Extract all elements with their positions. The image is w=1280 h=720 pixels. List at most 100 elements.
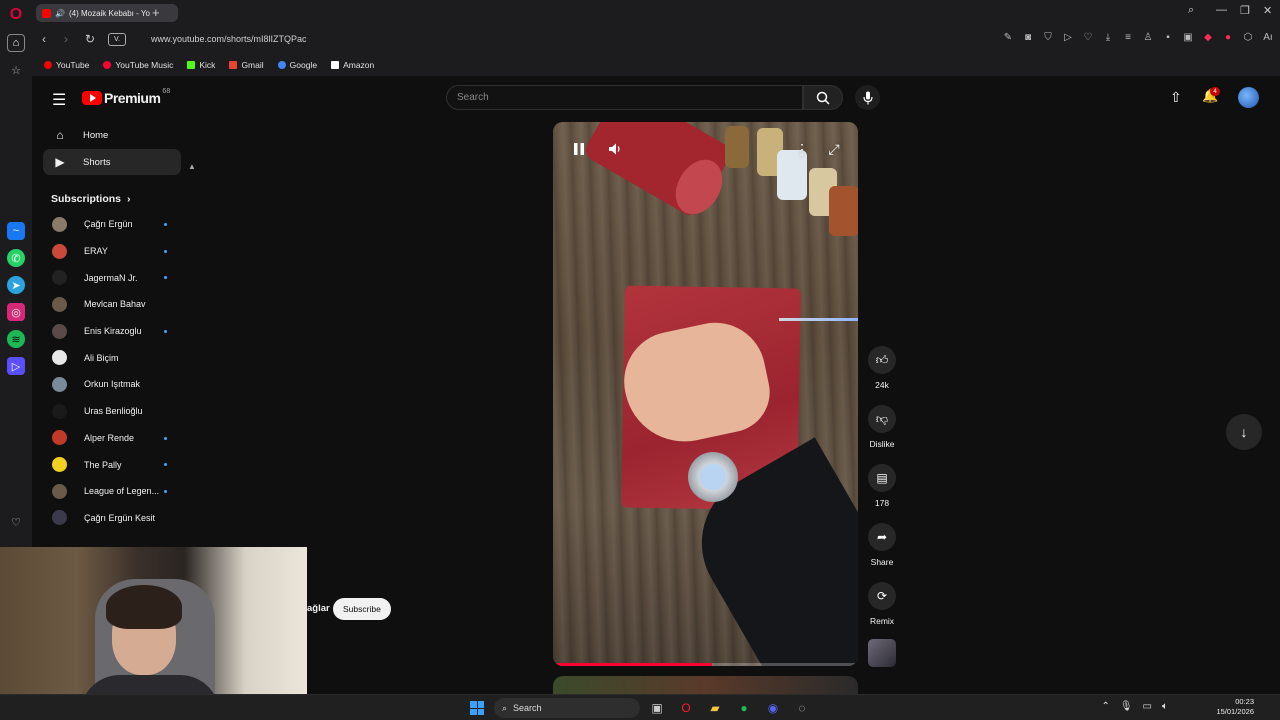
like-action[interactable]: 👍︎ 24k (862, 346, 902, 390)
microphone-icon[interactable]: 🎙︎ (1120, 701, 1133, 712)
bookmark-youtube-music[interactable]: YouTube Music (103, 60, 173, 70)
maximize-icon[interactable]: ❐ (1240, 4, 1250, 17)
start-button[interactable] (468, 699, 486, 717)
subscription-item[interactable]: JagermaN Jr. (32, 264, 192, 291)
subscription-item[interactable]: Mevlcan Bahav (32, 291, 192, 318)
telegram-icon[interactable]: ➤ (7, 276, 25, 294)
chevron-up-icon[interactable]: ⌃ (1101, 701, 1109, 712)
comments-action[interactable]: ▤ 178 (862, 464, 902, 508)
bookmark-amazon[interactable]: Amazon (331, 60, 374, 70)
spotify-taskbar-icon[interactable]: ● (735, 699, 753, 717)
bookmark-gmail[interactable]: Gmail (229, 60, 264, 70)
pause-button[interactable] (569, 140, 589, 158)
comment-icon[interactable]: ▤ (868, 464, 896, 492)
collapse-chevron-icon[interactable]: ▲ (188, 162, 196, 171)
task-view-icon[interactable]: ▣ (648, 699, 666, 717)
taskbar-search[interactable]: ⌕ Search (494, 698, 640, 718)
heart-icon[interactable]: ♡ (7, 513, 25, 531)
file-explorer-icon[interactable]: ▰ (706, 699, 724, 717)
whatsapp-icon[interactable]: ✆ (7, 249, 25, 267)
vpn-badge[interactable]: V. (108, 33, 126, 46)
camera-icon[interactable]: ◙ (1022, 32, 1034, 43)
subscription-item[interactable]: Orkun Işıtmak (32, 371, 192, 398)
extension-icon[interactable]: ● (1222, 32, 1234, 43)
messenger-icon[interactable]: ~ (7, 222, 25, 240)
channel-thumbnail[interactable] (868, 639, 896, 667)
thumbs-down-icon[interactable]: 👎︎ (868, 405, 896, 433)
subscription-item[interactable]: Enis Kirazoglu (32, 318, 192, 345)
discord-icon[interactable]: ◉ (764, 699, 782, 717)
remix-icon[interactable]: ⟳ (868, 582, 896, 610)
guide-item-shorts[interactable]: ▶ Shorts (43, 149, 181, 175)
remix-action[interactable]: ⟳ Remix (862, 582, 902, 626)
subscription-item[interactable]: Uras Benlioğlu (32, 398, 192, 425)
close-window-icon[interactable]: ✕ (1263, 4, 1272, 17)
spotify-icon[interactable]: ≋ (7, 330, 25, 348)
list-icon[interactable]: ≡ (1122, 32, 1134, 43)
subscription-item[interactable]: Ali Biçim (32, 344, 192, 371)
subscription-label: JagermaN Jr. (84, 272, 138, 283)
share-icon[interactable]: ➦ (868, 523, 896, 551)
player-icon[interactable]: ▷ (7, 357, 25, 375)
volume-button[interactable] (605, 140, 625, 158)
play-icon[interactable]: ▷ (1062, 32, 1074, 43)
speaker-icon[interactable]: 🔊 (55, 9, 65, 18)
opera-logo-icon[interactable]: O (7, 6, 25, 24)
short-video-player[interactable]: ⋮ ⤢ (553, 122, 858, 666)
download-icon[interactable]: ⤓ (1102, 32, 1114, 43)
new-tab-plus-icon[interactable]: + (152, 5, 160, 20)
ai-icon[interactable]: Aı (1262, 32, 1274, 43)
channel-name[interactable]: ağlar (307, 603, 330, 614)
dislike-action[interactable]: 👎︎ Dislike (862, 405, 902, 449)
progress-bar[interactable] (553, 663, 858, 666)
clock[interactable]: 00:23 15/01/2026 (1216, 697, 1254, 717)
search-input[interactable]: Search (446, 85, 803, 110)
subscription-item[interactable]: Çağrı Ergün (32, 211, 192, 238)
account-avatar[interactable] (1238, 87, 1259, 108)
share-action[interactable]: ➦ Share (862, 523, 902, 567)
fullscreen-icon[interactable]: ⤢ (824, 140, 844, 158)
subscription-item[interactable]: Çağrı Ergün Kesit (32, 505, 192, 532)
instagram-icon[interactable]: ◎ (7, 303, 25, 321)
subscriptions-header[interactable]: Subscriptions › (51, 193, 192, 205)
extension-icon[interactable]: ⬡ (1242, 32, 1254, 43)
subscription-label: Mevlcan Bahav (84, 299, 146, 310)
menu-icon[interactable]: ☰ (52, 90, 66, 110)
search-button[interactable] (803, 85, 843, 110)
extension-icon[interactable]: ◆ (1202, 32, 1214, 43)
home-workspace-icon[interactable]: ⌂ (7, 34, 25, 52)
more-options-icon[interactable]: ⋮ (792, 140, 812, 158)
steam-icon[interactable]: ◌ (793, 699, 811, 717)
display-icon[interactable]: ▭ (1143, 701, 1152, 712)
search-tabs-icon[interactable]: ⌕ (1188, 4, 1194, 17)
bookmark-youtube[interactable]: YouTube (44, 60, 89, 70)
edit-icon[interactable]: ✎ (1002, 32, 1014, 43)
url-field[interactable]: www.youtube.com/shorts/mI8lIZTQPac (151, 34, 307, 44)
opera-taskbar-icon[interactable]: O (677, 699, 695, 717)
heart-icon[interactable]: ♡ (1082, 32, 1094, 43)
shield-icon[interactable]: ⛉ (1042, 32, 1054, 43)
subscription-item[interactable]: Alper Rende (32, 425, 192, 452)
profile-icon[interactable]: ♙ (1142, 32, 1154, 43)
bookmark-kick[interactable]: Kick (187, 60, 215, 70)
subscription-item[interactable]: League of Legen... (32, 478, 192, 505)
next-short-button[interactable]: ↓ (1226, 414, 1262, 450)
speaker-icon[interactable]: 🔈︎ (1162, 701, 1168, 712)
extension-icon[interactable]: ▣ (1182, 32, 1194, 43)
upload-icon[interactable]: ⇧ (1170, 89, 1182, 106)
subscribe-button[interactable]: Subscribe (333, 598, 391, 620)
youtube-premium-logo[interactable]: Premium 68 (82, 88, 170, 106)
subscription-item[interactable]: The Pally (32, 451, 192, 478)
minimize-icon[interactable]: — (1216, 4, 1227, 16)
voice-search-button[interactable] (855, 85, 880, 110)
extension-icon[interactable]: ▪ (1162, 32, 1174, 43)
forward-icon[interactable]: › (64, 32, 68, 46)
next-short-preview[interactable] (553, 676, 858, 694)
guide-item-home[interactable]: ⌂ Home (43, 122, 181, 148)
subscription-item[interactable]: ERAY (32, 238, 192, 265)
bookmark-google[interactable]: Google (277, 60, 317, 70)
thumbs-up-icon[interactable]: 👍︎ (868, 346, 896, 374)
reload-icon[interactable]: ↻ (85, 32, 95, 46)
star-icon[interactable]: ☆ (7, 61, 25, 79)
back-icon[interactable]: ‹ (42, 32, 46, 46)
